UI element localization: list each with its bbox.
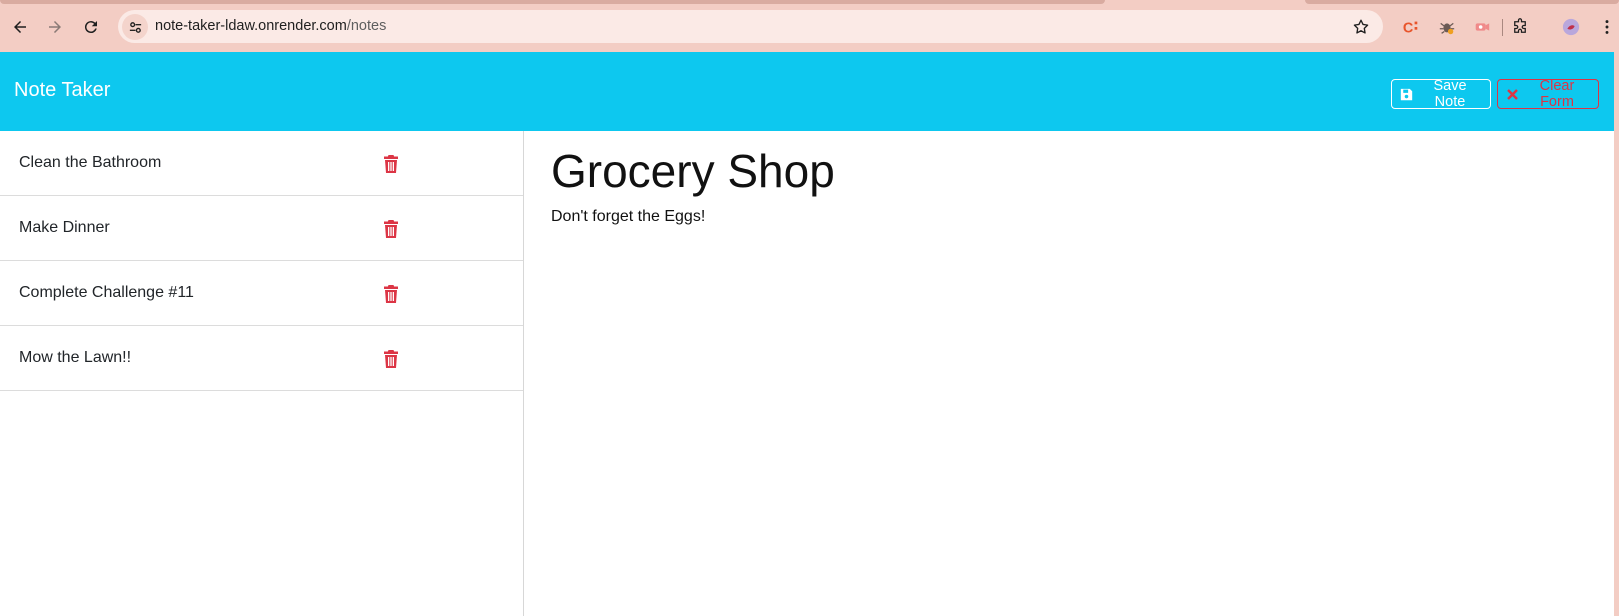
- tab-strip: [1305, 0, 1619, 4]
- record-icon: [1475, 23, 1490, 31]
- x-icon: [1507, 88, 1518, 100]
- note-title-input[interactable]: [551, 141, 1551, 201]
- save-note-button[interactable]: Save Note: [1391, 78, 1491, 110]
- url-host: note-taker-ldaw.onrender.com: [155, 18, 347, 34]
- delete-note-button[interactable]: [381, 283, 401, 305]
- trash-icon: [384, 350, 398, 368]
- svg-text:C: C: [1403, 20, 1413, 36]
- clear-form-button[interactable]: Clear Form: [1497, 78, 1599, 110]
- trash-icon: [384, 155, 398, 173]
- note-list-item-title: Mow the Lawn!!: [19, 349, 132, 366]
- note-list-item-title: Clean the Bathroom: [19, 154, 162, 171]
- forward-button[interactable]: [42, 14, 68, 40]
- note-list: Clean the Bathroom Make Dinner Complete …: [0, 131, 523, 391]
- save-note-label: Save Note: [1433, 78, 1467, 110]
- clear-form-label: Clear Form: [1539, 78, 1575, 110]
- bookmark-button[interactable]: [1351, 17, 1371, 37]
- tab-strip: [0, 0, 1105, 4]
- url-text[interactable]: note-taker-ldaw.onrender.com/notes: [155, 18, 386, 34]
- back-button[interactable]: [7, 14, 33, 40]
- trash-icon: [384, 285, 398, 303]
- extension-c-button[interactable]: C: [1401, 17, 1421, 37]
- star-icon: [1353, 19, 1369, 34]
- toolbar-divider: [1502, 19, 1503, 36]
- note-body-textarea[interactable]: Don't forget the Eggs!: [551, 208, 1591, 588]
- floppy-disk-icon: [1400, 88, 1413, 100]
- browser-menu-button[interactable]: [1597, 17, 1617, 37]
- reload-icon: [84, 21, 97, 34]
- puzzle-icon: [1514, 18, 1526, 33]
- extension-bug-button[interactable]: [1437, 17, 1457, 37]
- note-list-item-title: Complete Challenge #11: [19, 284, 194, 301]
- address-bar[interactable]: note-taker-ldaw.onrender.com/notes: [118, 10, 1383, 43]
- notes-sidebar: Clean the Bathroom Make Dinner Complete …: [0, 131, 524, 616]
- note-list-item[interactable]: Complete Challenge #11: [0, 261, 523, 326]
- delete-note-button[interactable]: [381, 153, 401, 175]
- delete-note-button[interactable]: [381, 348, 401, 370]
- arrow-left-icon: [14, 21, 26, 33]
- note-list-item[interactable]: Clean the Bathroom: [0, 131, 523, 196]
- url-path: /notes: [346, 18, 387, 34]
- profile-button[interactable]: [1561, 17, 1581, 37]
- app-navbar: Note Taker Save Note Clear Form: [0, 52, 1614, 131]
- trash-icon: [384, 220, 398, 238]
- note-list-item[interactable]: Mow the Lawn!!: [0, 326, 523, 391]
- reload-button[interactable]: [78, 14, 104, 40]
- delete-note-button[interactable]: [381, 218, 401, 240]
- kebab-menu-icon: [1605, 20, 1609, 34]
- c-extension-icon: C: [1403, 20, 1418, 36]
- browser-toolbar: note-taker-ldaw.onrender.com/notes C: [0, 0, 1619, 52]
- tune-icon: [129, 21, 141, 33]
- app-brand[interactable]: Note Taker: [14, 79, 110, 102]
- arrow-right-icon: [49, 21, 61, 33]
- site-info-button[interactable]: [122, 14, 148, 40]
- bug-icon: [1439, 22, 1455, 35]
- note-editor: Don't forget the Eggs!: [525, 131, 1614, 616]
- note-list-item[interactable]: Make Dinner: [0, 196, 523, 261]
- note-list-item-title: Make Dinner: [19, 219, 110, 236]
- extension-record-button[interactable]: [1472, 17, 1492, 37]
- extensions-button[interactable]: [1510, 17, 1530, 37]
- window-edge: [1614, 52, 1619, 616]
- avatar-icon: [1562, 18, 1580, 36]
